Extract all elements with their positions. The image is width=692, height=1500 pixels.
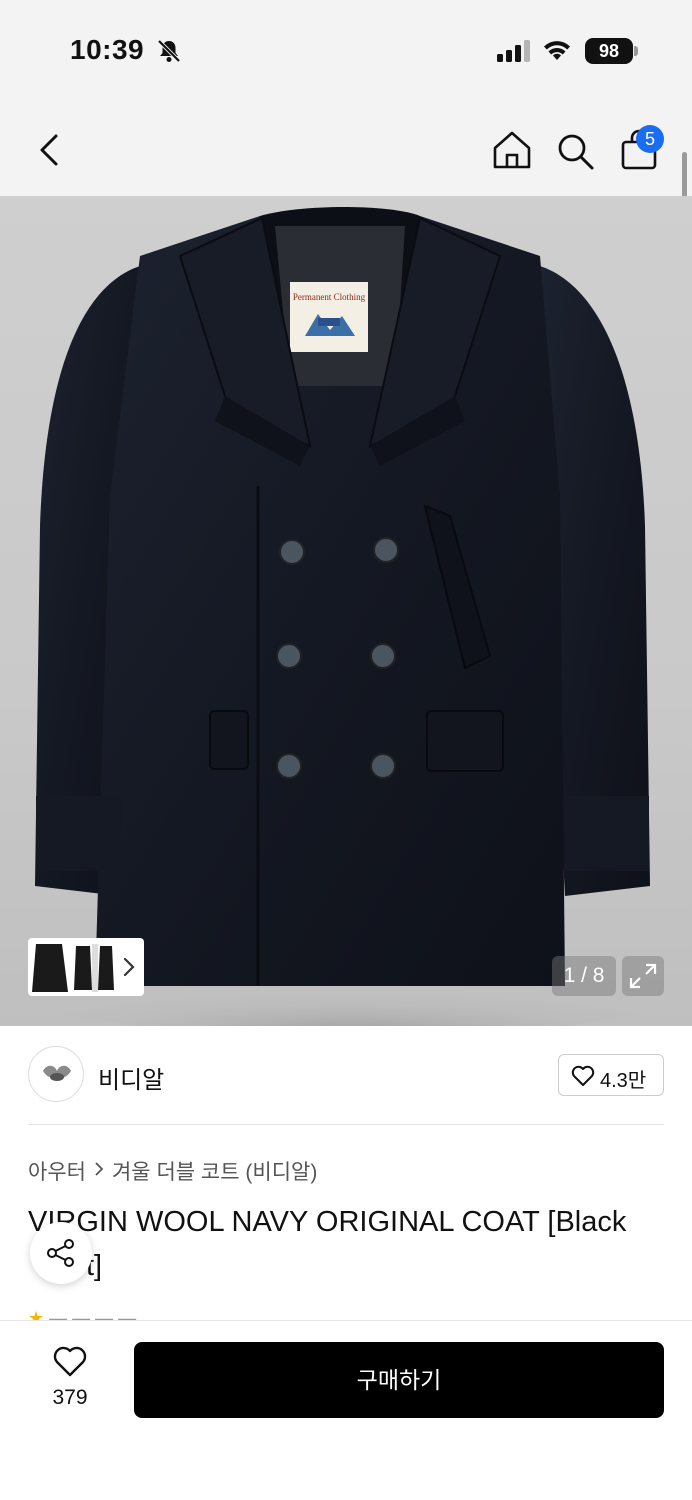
brand-name[interactable]: 비디알	[98, 1060, 164, 1095]
search-icon[interactable]	[554, 130, 596, 177]
heart-icon	[571, 1065, 595, 1086]
expand-arrows-icon	[629, 963, 657, 989]
chevron-right-icon	[94, 1159, 104, 1183]
battery-tip	[634, 46, 638, 56]
divider	[28, 1124, 664, 1125]
wishlist-count: 379	[52, 1386, 88, 1409]
brand-logo[interactable]	[28, 1046, 84, 1102]
bell-slash-icon	[156, 38, 182, 69]
status-time: 10:39	[70, 34, 145, 65]
chevron-right-icon	[122, 956, 136, 983]
rating-row-partial: ★ ― ― ― ―	[28, 1308, 137, 1320]
home-icon[interactable]	[490, 128, 534, 177]
thumbnail-strip[interactable]	[28, 938, 144, 996]
product-photo-coat: Permanent Clothing	[30, 207, 670, 1026]
share-button[interactable]	[30, 1222, 92, 1284]
status-bar: 10:39 98	[0, 0, 692, 100]
product-title-line-1: VIRGIN WOOL NAVY ORIGINAL COAT [Black	[28, 1206, 627, 1238]
heart-icon[interactable]	[52, 1346, 88, 1383]
breadcrumb: 아우터 겨울 더블 코트 (비디알)	[28, 1156, 317, 1186]
share-icon	[47, 1239, 74, 1267]
product-title-line-2: t]	[86, 1250, 103, 1282]
brand-like-button[interactable]: 4.3만	[558, 1054, 664, 1096]
cart-count-badge: 5	[636, 125, 664, 153]
back-chevron-icon[interactable]	[30, 130, 70, 170]
wifi-icon	[542, 38, 572, 67]
battery-icon: 98	[585, 38, 633, 64]
breadcrumb-item-category[interactable]: 겨울 더블 코트 (비디알)	[112, 1156, 317, 1186]
product-title: VIRGIN WOOL NAVY ORIGINAL COAT [Black t]	[28, 1200, 668, 1288]
cellular-signal-icon	[497, 40, 531, 67]
svg-text:Permanent Clothing: Permanent Clothing	[293, 292, 366, 302]
brand-like-count: 4.3만	[600, 1070, 647, 1092]
product-image-gallery[interactable]: Permanent Clothing	[0, 196, 692, 1026]
buy-button[interactable]: 구매하기	[134, 1342, 664, 1418]
expand-button[interactable]	[622, 956, 664, 996]
top-nav-bar	[0, 100, 692, 196]
breadcrumb-item-outer[interactable]: 아우터	[28, 1156, 86, 1186]
image-page-indicator: 1 / 8	[552, 956, 616, 996]
